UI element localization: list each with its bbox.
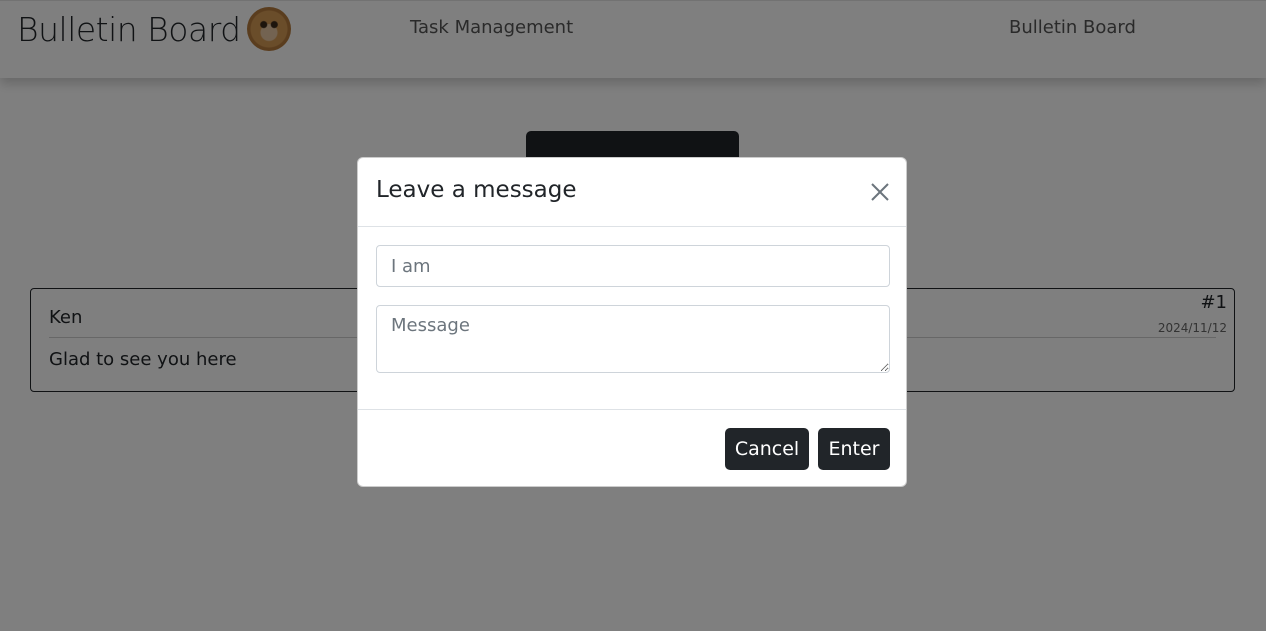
message-textarea[interactable] [376, 305, 890, 373]
leave-message-modal: Leave a message Cancel Enter [357, 157, 907, 487]
modal-body [358, 227, 906, 409]
close-icon[interactable] [868, 180, 892, 204]
modal-header: Leave a message [358, 158, 906, 227]
name-input[interactable] [376, 245, 890, 287]
enter-button[interactable]: Enter [818, 428, 890, 470]
cancel-button[interactable]: Cancel [725, 428, 809, 470]
page: Bulletin Board Task Management Bulletin … [0, 0, 1266, 631]
modal-footer: Cancel Enter [358, 409, 906, 488]
modal-title: Leave a message [376, 177, 577, 203]
